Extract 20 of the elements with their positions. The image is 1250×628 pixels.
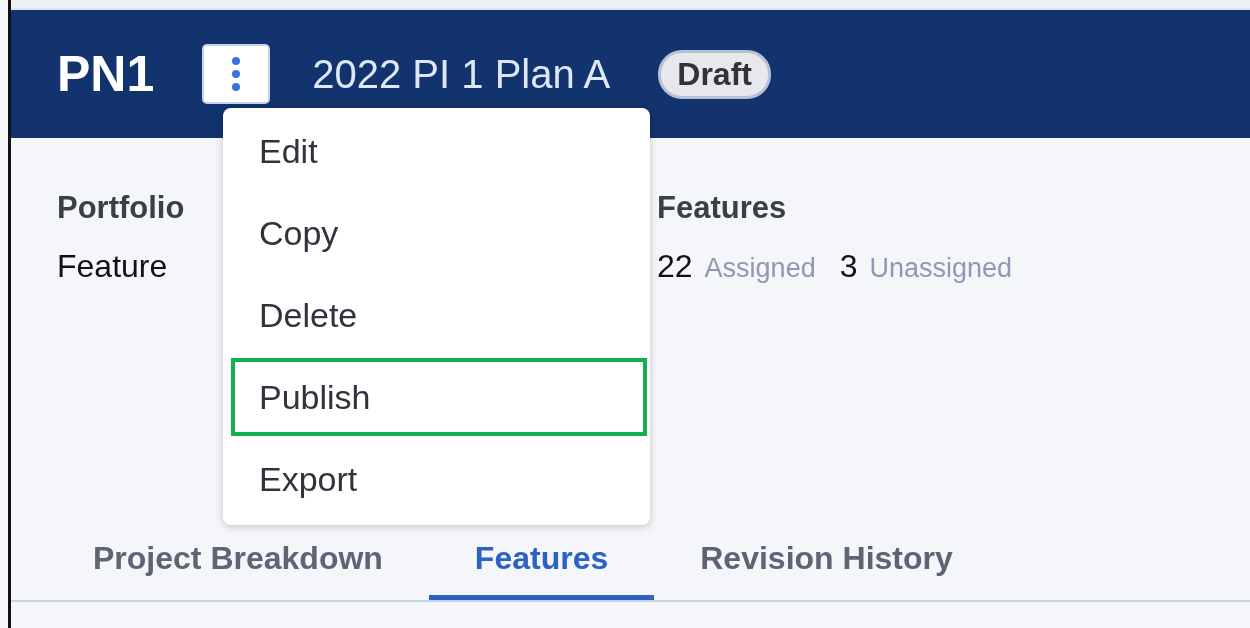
more-button[interactable] (202, 44, 271, 104)
stat-label: Assigned (704, 253, 816, 284)
menu-item[interactable]: Export (231, 440, 647, 518)
plan-code: PN1 (57, 45, 155, 103)
menu-item[interactable]: Delete (231, 276, 647, 354)
menu-item[interactable]: Publish (231, 358, 647, 436)
tab[interactable]: Revision History (654, 532, 999, 600)
tab[interactable]: Features (428, 532, 655, 600)
tab[interactable]: Project Breakdown (47, 532, 429, 600)
plan-title: 2022 PI 1 Plan A (312, 51, 611, 97)
field-label: Portfolio (57, 190, 186, 226)
more-icon (231, 56, 242, 92)
menu-item[interactable]: Copy (231, 194, 647, 272)
menu-item[interactable]: Edit (231, 112, 647, 190)
stat-label: Unassigned (869, 253, 1013, 284)
stat-count: 3 (839, 248, 858, 285)
field-value: Feature (57, 248, 169, 285)
field-label: Features (657, 190, 788, 226)
stat-count: 22 (657, 248, 693, 285)
status-badge: Draft (658, 49, 771, 99)
